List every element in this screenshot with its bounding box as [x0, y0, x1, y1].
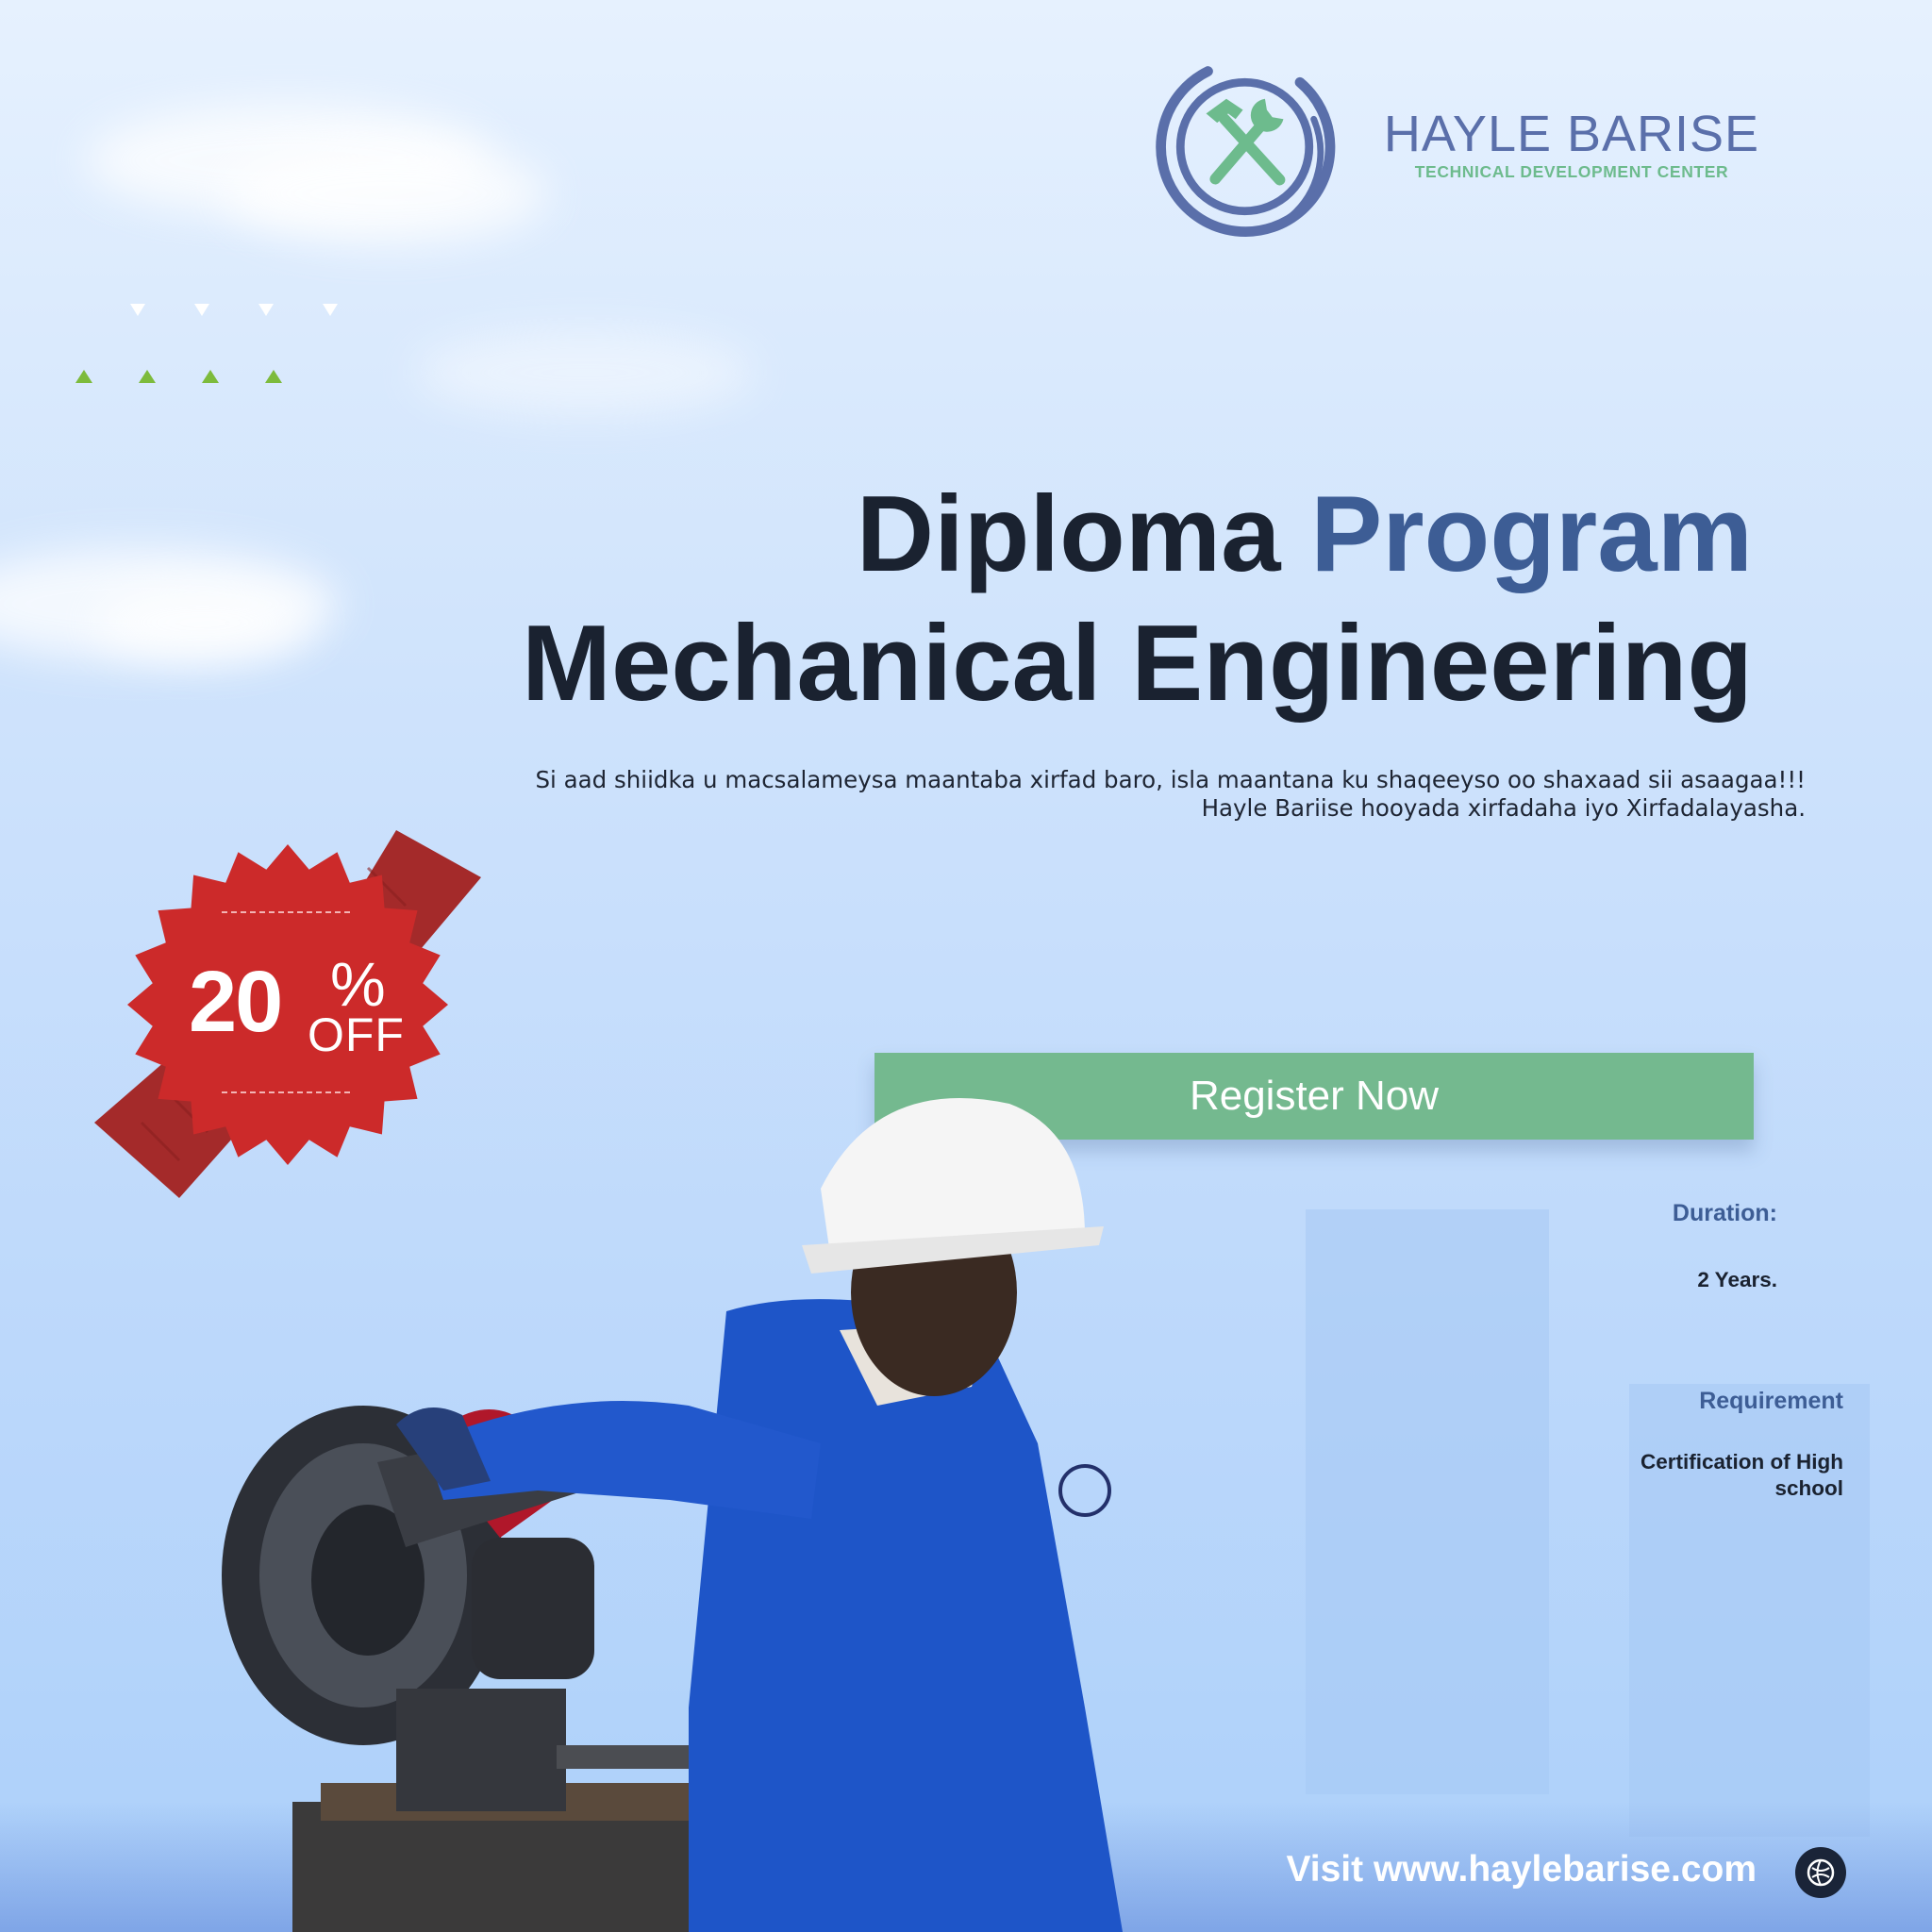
decor-bar: [1306, 1209, 1549, 1794]
brand-name: HAYLE BARISE: [1383, 106, 1760, 162]
headline-word-diploma: Diploma: [856, 475, 1281, 594]
triangle-icon: [130, 304, 145, 316]
triangle-icon: [202, 370, 219, 383]
headline-word-program: Program: [1310, 475, 1753, 594]
brand-subtitle: TECHNICAL DEVELOPMENT CENTER: [1414, 162, 1729, 181]
logo: [1156, 66, 1336, 237]
duration-label: Duration:: [1672, 1200, 1777, 1226]
cloud: [226, 142, 547, 245]
cloud: [94, 585, 311, 660]
hammer-wrench-icon: [1206, 98, 1286, 186]
website-link[interactable]: Visit www.haylebarise.com: [1286, 1849, 1757, 1890]
cloud: [415, 330, 755, 415]
tagline-line2: Hayle Bariise hooyada xirfadaha iyo Xirf…: [1201, 794, 1806, 822]
worker-with-saw-image: [222, 1098, 1123, 1932]
tagline-line1: Si aad shiidka u macsalameysa maantaba x…: [535, 766, 1806, 793]
tagline: Si aad shiidka u macsalameysa maantaba x…: [535, 766, 1806, 823]
duration-value: 2 Years.: [1697, 1268, 1777, 1291]
headline-line2: Mechanical Engineering: [522, 604, 1753, 724]
triangle-icon: [194, 304, 209, 316]
requirement-label: Requirement: [1699, 1388, 1843, 1414]
duration-block: Duration: 2 Years.: [1673, 1200, 1777, 1293]
headline: Diploma Program Mechanical Engineering: [522, 472, 1753, 730]
requirement-block: Requirement Certification of High school: [1641, 1388, 1843, 1502]
triangle-row-white: [130, 304, 338, 316]
discount-number: 20: [189, 954, 283, 1050]
globe-icon[interactable]: [1795, 1847, 1846, 1898]
poster: HAYLE BARISE TECHNICAL DEVELOPMENT CENTE…: [0, 0, 1932, 1932]
triangle-icon: [75, 370, 92, 383]
triangle-icon: [139, 370, 156, 383]
triangle-row-green: [75, 370, 282, 383]
globe-icon-svg: [1807, 1858, 1835, 1887]
requirement-value-line1: Certification of High: [1641, 1450, 1843, 1474]
triangle-icon: [258, 304, 274, 316]
triangle-icon: [265, 370, 282, 383]
triangle-icon: [323, 304, 338, 316]
headline-line1: Diploma Program: [522, 472, 1753, 598]
requirement-value-line2: school: [1774, 1476, 1843, 1500]
